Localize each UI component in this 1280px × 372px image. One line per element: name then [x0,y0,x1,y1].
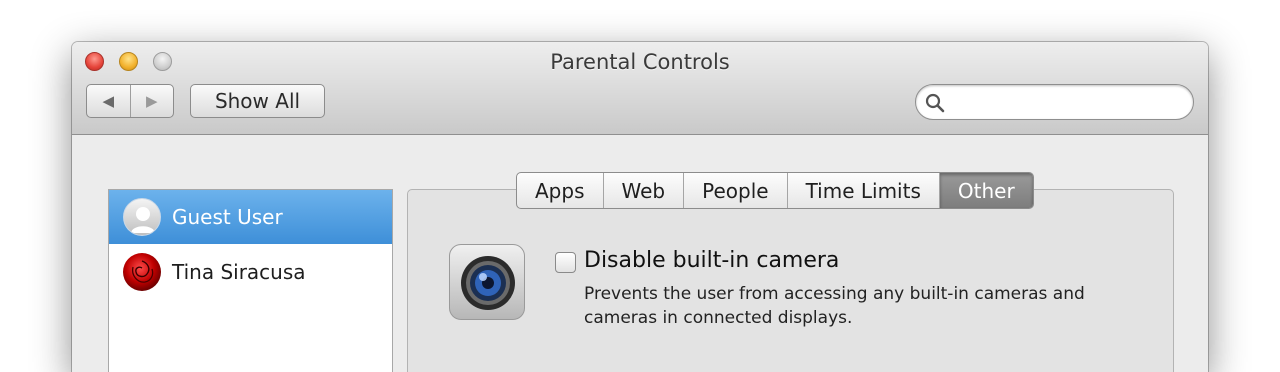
disable-camera-description: Prevents the user from accessing any bui… [584,284,1085,328]
tab-other[interactable]: Other [939,173,1033,208]
user-list: Guest User Tina Siracusa [108,189,393,372]
tab-people[interactable]: People [684,173,788,208]
user-name: Tina Siracusa [172,260,306,284]
back-button[interactable]: ◀ [87,85,131,117]
window-title: Parental Controls [550,50,730,74]
search-field[interactable] [915,84,1194,120]
tab-apps[interactable]: Apps [517,173,604,208]
back-forward-control: ◀ ▶ [86,84,174,118]
tab-time-limits[interactable]: Time Limits [788,173,940,208]
show-all-button[interactable]: Show All [190,84,325,118]
user-list-item-tina[interactable]: Tina Siracusa [109,245,392,299]
red-rose-icon [123,253,161,291]
camera-icon [449,244,525,320]
user-list-item-guest[interactable]: Guest User [109,190,392,244]
tab-web[interactable]: Web [604,173,685,208]
disable-camera-label[interactable]: Disable built-in camera [584,248,839,273]
forward-arrow-icon: ▶ [145,92,158,110]
forward-button[interactable]: ▶ [131,85,174,117]
user-name: Guest User [172,205,283,229]
back-arrow-icon: ◀ [102,92,115,110]
search-icon [925,93,945,113]
title-bar: Parental Controls ◀ ▶ Show All [72,42,1208,135]
category-tabs: Apps Web People Time Limits Other [516,172,1034,209]
search-input[interactable] [950,90,1184,116]
person-silhouette-icon [123,198,161,236]
disable-camera-checkbox[interactable] [555,252,576,273]
preferences-window: Parental Controls ◀ ▶ Show All Guest Use… [72,42,1208,372]
